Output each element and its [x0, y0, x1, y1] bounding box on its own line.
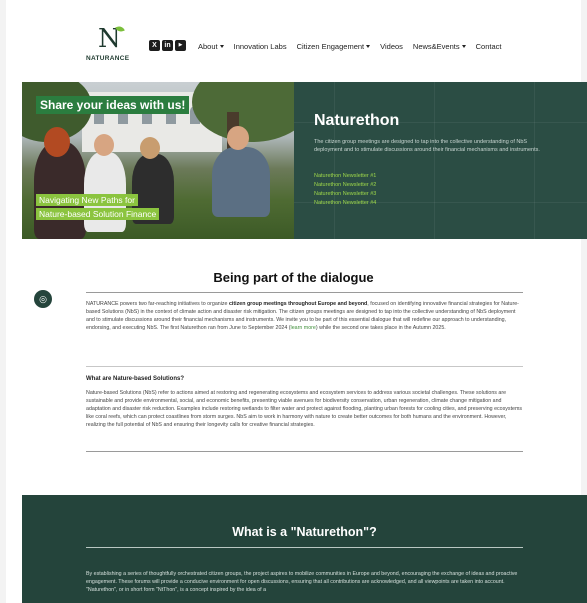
page: N NATURANCE X in ▶ About Innovation Labs…	[0, 0, 587, 603]
nav-contact[interactable]: Contact	[476, 42, 502, 51]
nav-innovation-labs[interactable]: Innovation Labs	[234, 42, 287, 51]
site-header: N NATURANCE X in ▶ About Innovation Labs…	[6, 0, 581, 78]
divider	[86, 366, 523, 367]
divider	[86, 292, 523, 293]
nav-citizen-engagement[interactable]: Citizen Engagement	[297, 42, 371, 51]
hero-description: The citizen group meetings are designed …	[314, 139, 540, 153]
hero-title: Naturethon	[314, 112, 400, 129]
section-title-naturethon: What is a "Naturethon"?	[232, 525, 377, 539]
hero-photo: Share your ideas with us! Navigating New…	[22, 82, 294, 239]
chevron-down-icon	[366, 45, 371, 48]
accessibility-icon[interactable]: ◎	[34, 290, 52, 308]
decor-line	[534, 82, 535, 239]
x-icon[interactable]: X	[149, 40, 160, 51]
linkedin-icon[interactable]: in	[162, 40, 173, 51]
person-figure	[212, 147, 270, 217]
nav-about[interactable]: About	[198, 42, 224, 51]
decor-line	[434, 82, 435, 239]
chevron-down-icon	[461, 45, 466, 48]
person-head	[44, 127, 70, 157]
learn-more-link[interactable]: learn more	[291, 325, 316, 331]
decor-line	[334, 82, 335, 239]
nav-about-label: About	[198, 42, 218, 51]
newsletter-link-2[interactable]: Naturethon Newsletter #2	[314, 181, 376, 190]
hero-naturethon-panel: Naturethon The citizen group meetings ar…	[294, 82, 587, 239]
newsletter-link-1[interactable]: Naturethon Newsletter #1	[314, 172, 376, 181]
newsletter-list: Naturethon Newsletter #1 Naturethon News…	[314, 172, 376, 208]
newsletter-link-4[interactable]: Naturethon Newsletter #4	[314, 199, 376, 208]
hero-banner-share: Share your ideas with us!	[36, 96, 190, 114]
nav-citizen-engagement-label: Citizen Engagement	[296, 42, 365, 51]
naturance-logo[interactable]: N NATURANCE	[86, 24, 134, 66]
newsletter-link-3[interactable]: Naturethon Newsletter #3	[314, 190, 376, 199]
nav-news-events[interactable]: News&Events	[413, 42, 466, 51]
chevron-down-icon	[219, 45, 224, 48]
nav-videos[interactable]: Videos	[380, 42, 403, 51]
dialogue-text-bold: citizen group meetings throughout Europe…	[228, 301, 368, 307]
nbs-question-heading: What are Nature-based Solutions?	[86, 376, 185, 382]
section-title-dialogue: Being part of the dialogue	[213, 270, 374, 285]
naturethon-paragraph: By establishing a series of thoughtfully…	[86, 571, 518, 593]
person-head	[94, 134, 114, 156]
divider	[86, 547, 523, 548]
youtube-icon[interactable]: ▶	[175, 40, 186, 51]
naturethon-section: What is a "Naturethon"? By establishing …	[22, 495, 587, 603]
person-head	[140, 137, 160, 159]
dialogue-paragraph: NATURANCE powers two far-reaching initia…	[86, 300, 523, 332]
person-head	[227, 126, 249, 150]
main-nav: About Innovation Labs Citizen Engagement…	[198, 42, 501, 51]
social-links: X in ▶	[149, 40, 186, 51]
hero-banner-paths-line1: Navigating New Paths for	[36, 194, 138, 206]
hero-banner-paths-line2: Nature-based Solution Finance	[36, 208, 160, 220]
logo-wordmark: NATURANCE	[86, 55, 130, 62]
hero: Share your ideas with us! Navigating New…	[22, 82, 587, 239]
nbs-paragraph: Nature-based Solutions (NbS) refer to ac…	[86, 390, 523, 428]
dialogue-text-c: ) while the second one takes place in th…	[315, 325, 446, 331]
person-figure	[84, 152, 126, 232]
divider	[86, 451, 523, 452]
nav-news-events-label: News&Events	[412, 42, 460, 51]
dialogue-text-a: NATURANCE powers two far-reaching initia…	[86, 301, 229, 307]
